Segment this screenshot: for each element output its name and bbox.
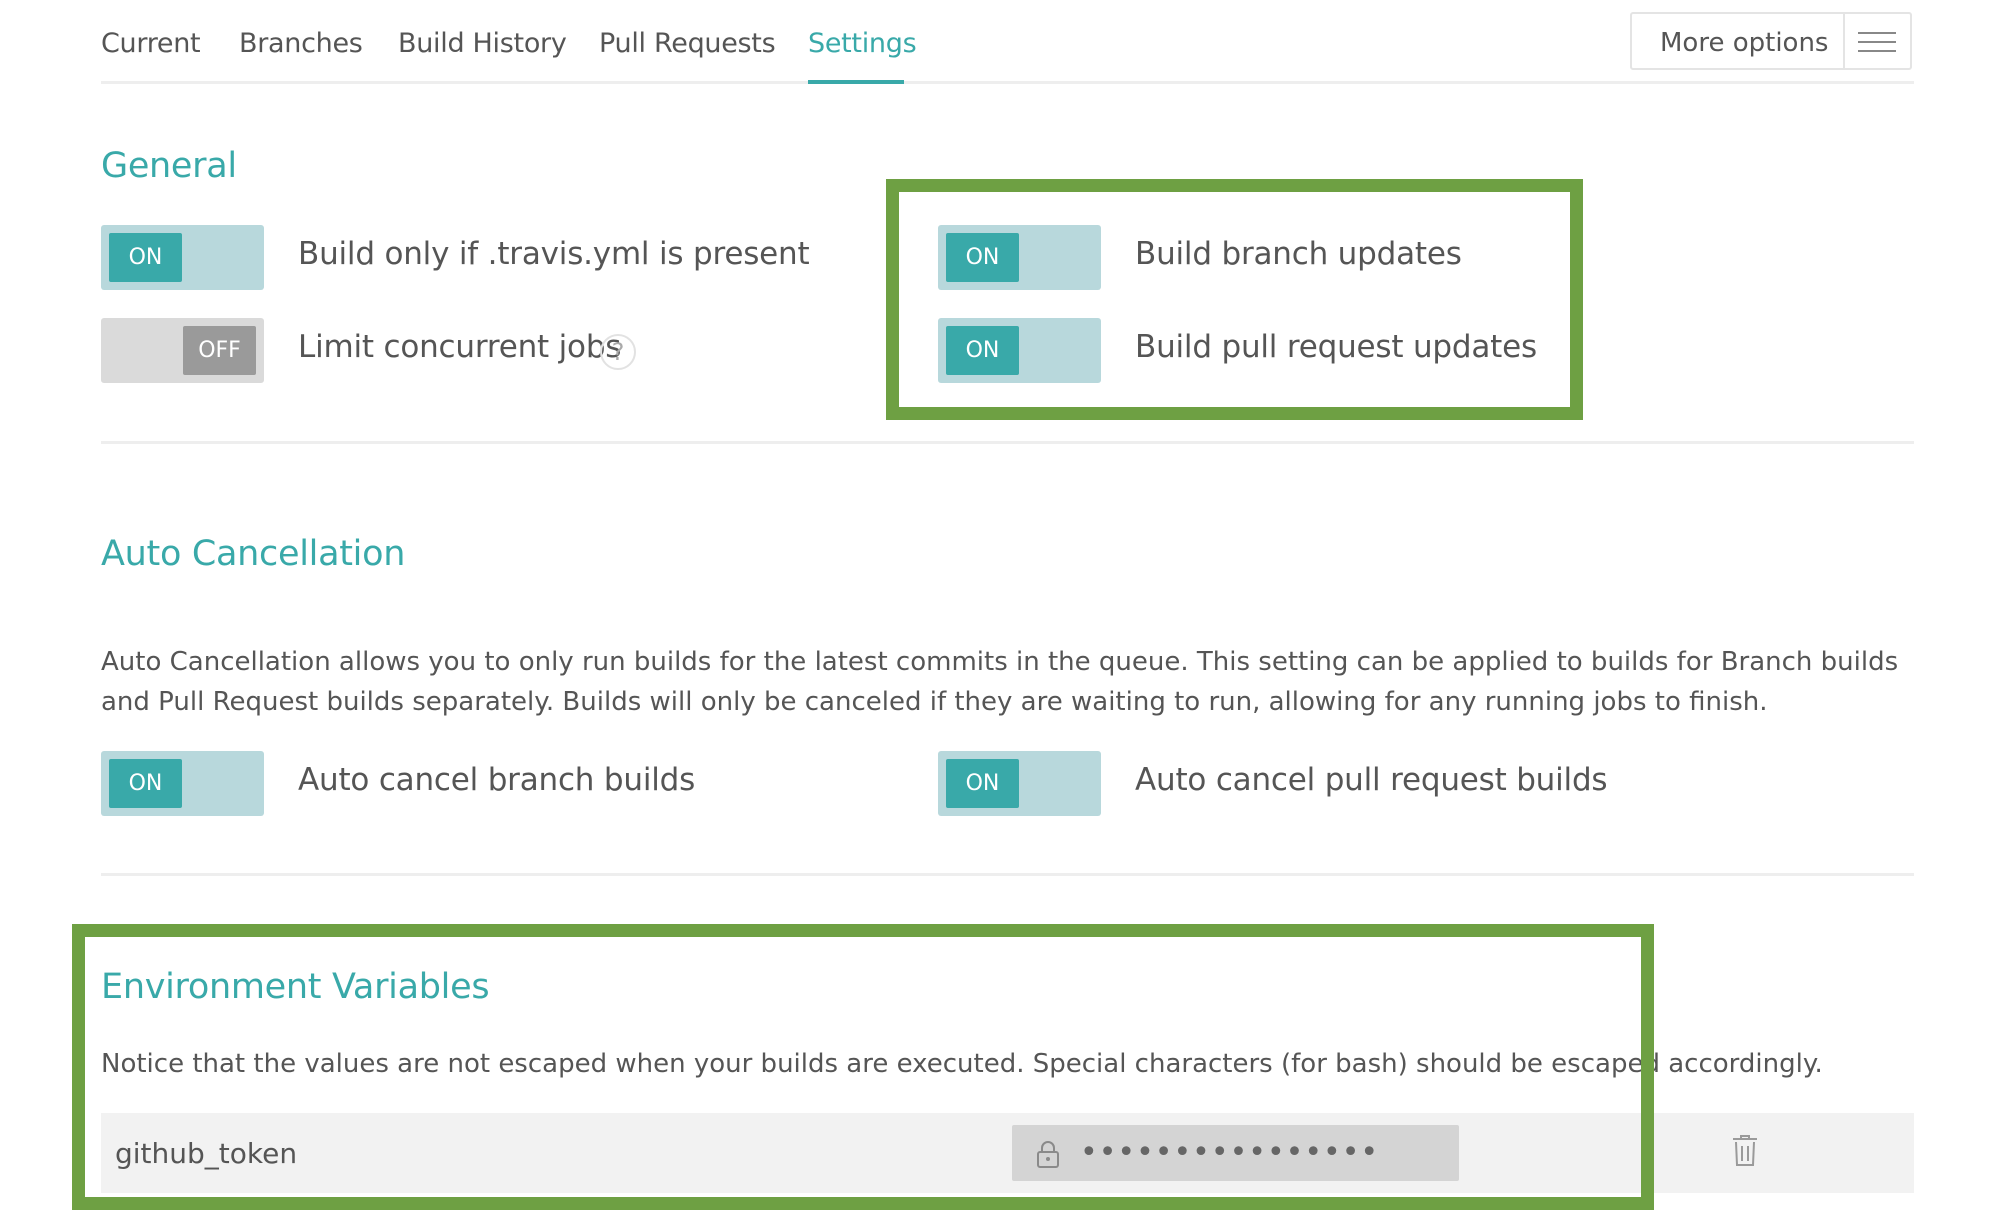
toggle-auto-cancel-branch-builds[interactable]: ON (101, 751, 264, 816)
toggle-state: ON (109, 759, 182, 808)
highlight-box-environment-variables (72, 924, 1654, 1210)
more-options-label: More options (1660, 28, 1829, 58)
tab-divider (101, 81, 1914, 84)
trash-icon[interactable] (1730, 1134, 1760, 1168)
setting-label-auto-cancel-pull-request-builds: Auto cancel pull request builds (1135, 762, 1608, 798)
setting-label-limit-concurrent-jobs: Limit concurrent jobs (298, 329, 622, 365)
more-options-divider (1843, 14, 1845, 68)
auto-cancellation-description: Auto Cancellation allows you to only run… (101, 647, 1899, 717)
tab-build-history[interactable]: Build History (398, 28, 567, 59)
toggle-state: ON (109, 233, 182, 282)
toggle-state: OFF (183, 326, 256, 375)
section-divider (101, 441, 1914, 444)
toggle-state: ON (946, 759, 1019, 808)
tab-branches[interactable]: Branches (239, 28, 363, 59)
hamburger-menu-icon[interactable] (1858, 30, 1898, 54)
section-divider (101, 873, 1914, 876)
setting-label-auto-cancel-branch-builds: Auto cancel branch builds (298, 762, 696, 798)
more-options-button[interactable]: More options (1630, 12, 1912, 70)
active-tab-indicator (808, 80, 904, 84)
general-heading: General (101, 146, 237, 186)
toggle-auto-cancel-pull-request-builds[interactable]: ON (938, 751, 1101, 816)
help-icon[interactable]: ? (600, 334, 636, 370)
tab-settings[interactable]: Settings (808, 28, 917, 59)
toggle-limit-concurrent-jobs[interactable]: OFF (101, 318, 264, 383)
tab-pull-requests[interactable]: Pull Requests (599, 28, 776, 59)
toggle-build-only-travis-yml[interactable]: ON (101, 225, 264, 290)
highlight-box-build-updates (886, 179, 1583, 420)
auto-cancellation-heading: Auto Cancellation (101, 534, 406, 574)
setting-label-build-only-travis-yml: Build only if .travis.yml is present (298, 236, 810, 272)
tab-current[interactable]: Current (101, 28, 201, 59)
